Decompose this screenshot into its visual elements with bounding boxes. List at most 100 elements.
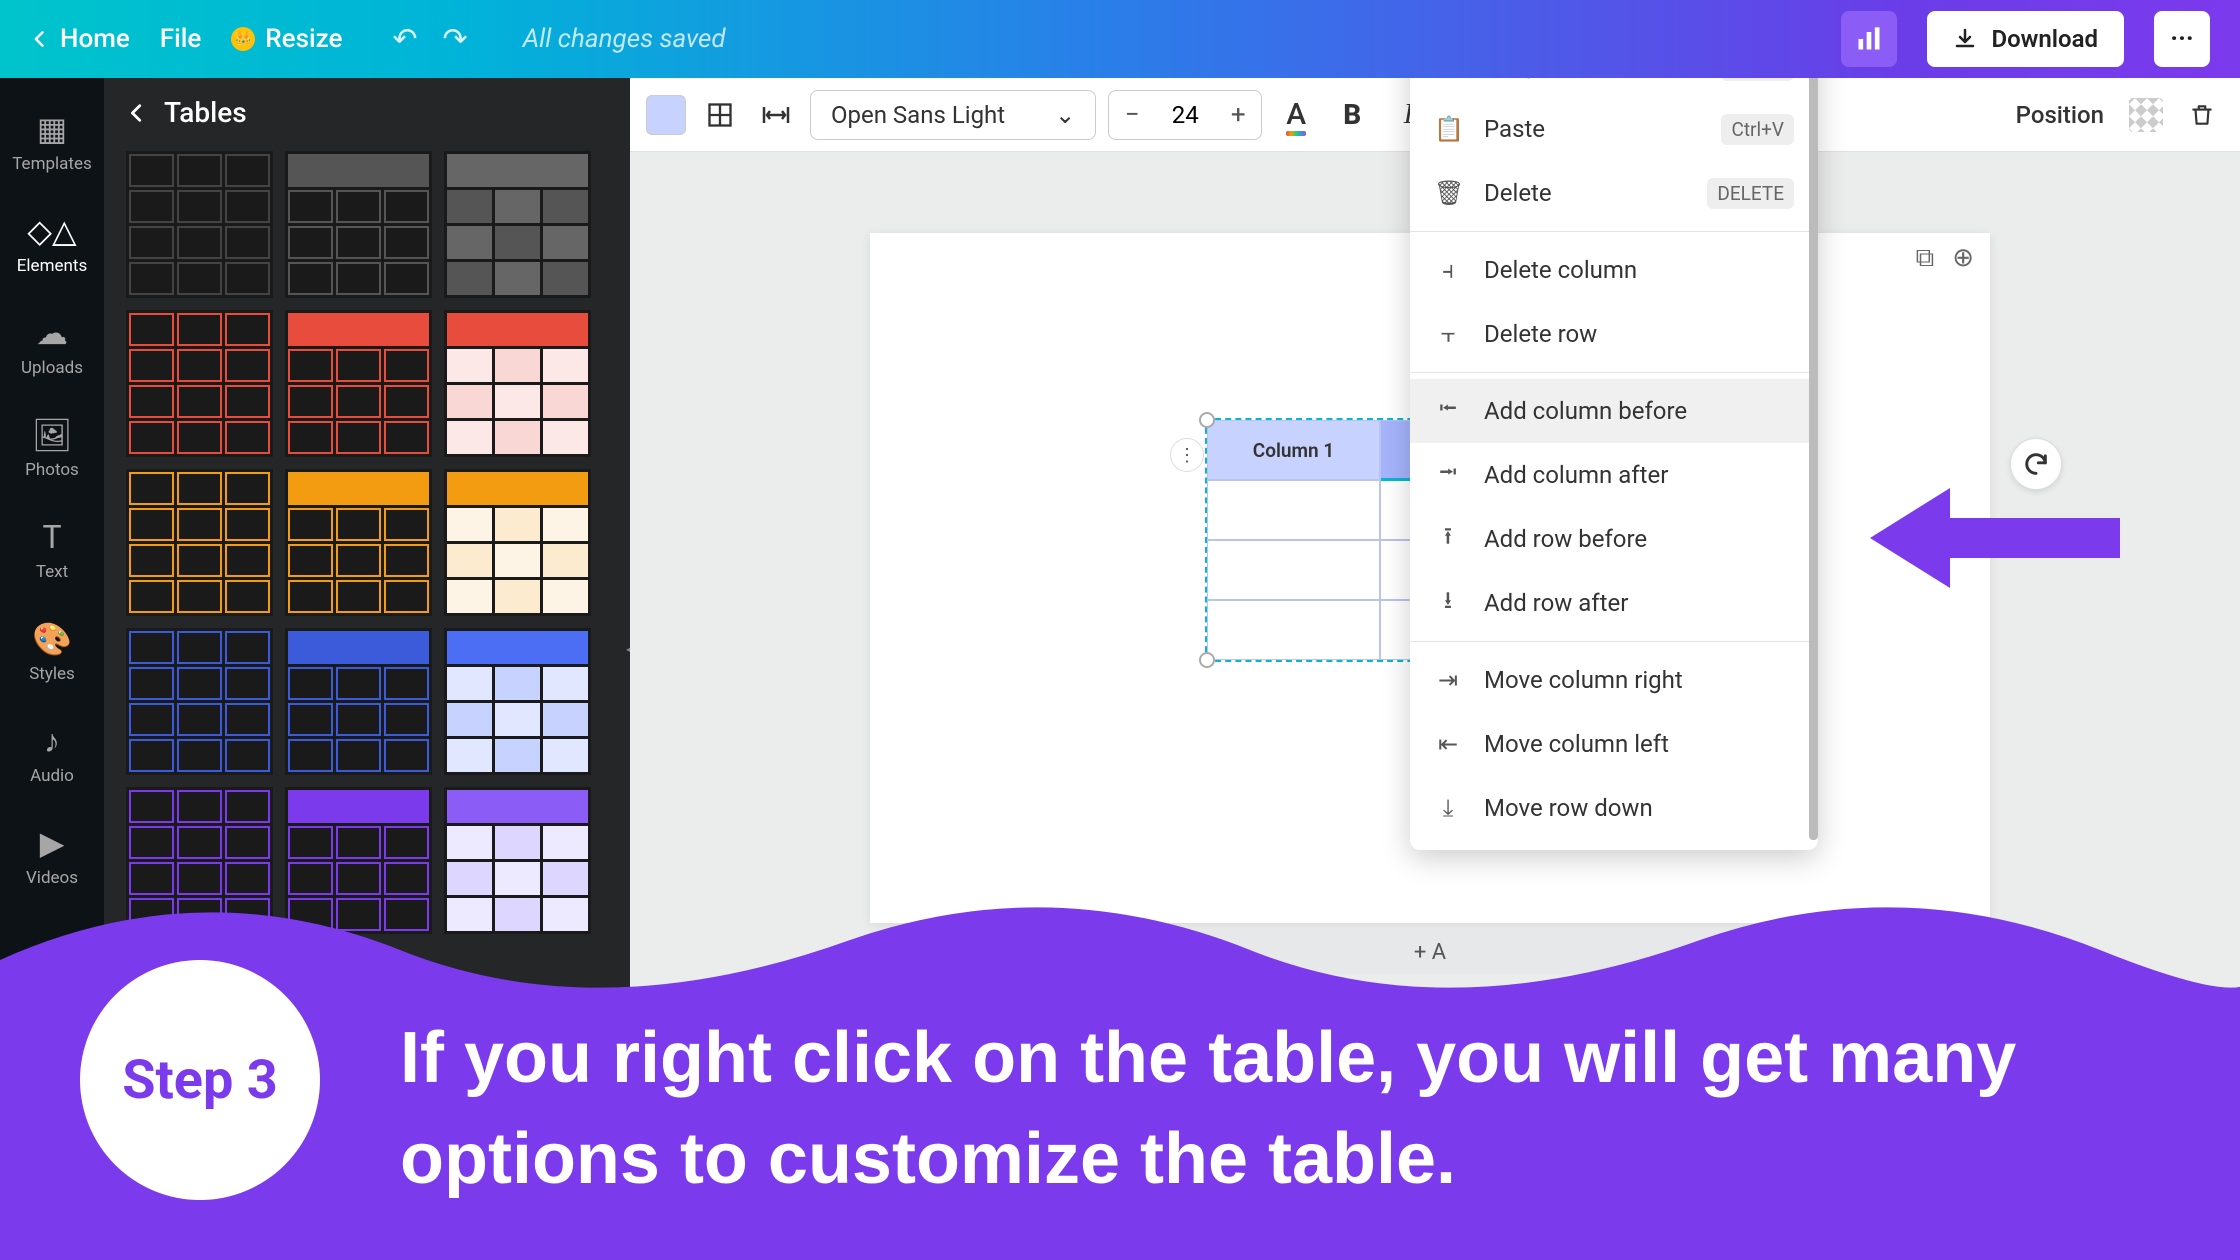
table-style-thumb[interactable]: [126, 310, 273, 457]
table-style-thumb[interactable]: [126, 469, 273, 616]
increase-size[interactable]: +: [1215, 100, 1261, 130]
undo-icon[interactable]: ↶: [392, 22, 417, 57]
spacing-icon: [761, 103, 791, 127]
chevron-down-icon: ⌄: [1055, 101, 1075, 129]
rail-elements[interactable]: ◇△Elements: [0, 196, 104, 292]
font-size-stepper[interactable]: − 24 +: [1108, 90, 1262, 140]
font-select[interactable]: Open Sans Light ⌄: [810, 90, 1096, 140]
cm-copy[interactable]: ⧉CopyCtrl+C: [1410, 78, 1818, 97]
table-style-thumb[interactable]: [285, 628, 432, 775]
cm-move-column-right[interactable]: ⇥Move column right: [1410, 648, 1818, 712]
styles-icon: 🎨: [32, 620, 72, 658]
delete-column-icon: ⫞: [1434, 256, 1462, 284]
move-row-down-icon: ⤓: [1434, 794, 1462, 822]
context-menu-scrollbar[interactable]: [1809, 78, 1818, 840]
rail-uploads[interactable]: ☁Uploads: [0, 298, 104, 394]
table-style-thumb[interactable]: [285, 151, 432, 298]
transparency-button[interactable]: [2124, 93, 2168, 137]
table-style-thumb[interactable]: [285, 469, 432, 616]
table-style-thumb[interactable]: [126, 151, 273, 298]
audio-icon: ♪: [44, 722, 60, 760]
rail-text[interactable]: TText: [0, 502, 104, 598]
add-page-icon[interactable]: ⊕: [1952, 243, 1974, 274]
download-label: Download: [1991, 25, 2098, 53]
cm-delete-row[interactable]: ⫟Delete row: [1410, 302, 1818, 366]
canvas-area: Open Sans Light ⌄ − 24 + A B I ··· Posit…: [630, 78, 2240, 1260]
text-color-icon: A: [1286, 97, 1306, 132]
duplicate-page-icon[interactable]: ⧉: [1916, 243, 1935, 274]
templates-icon: ▦: [37, 110, 67, 148]
chevron-left-icon: [30, 29, 50, 49]
table-border-button[interactable]: [698, 93, 742, 137]
insights-button[interactable]: [1841, 11, 1897, 67]
uploads-icon: ☁: [36, 314, 68, 352]
delete-row-icon: ⫟: [1434, 320, 1462, 348]
paste-icon: 📋: [1434, 115, 1462, 143]
rail-videos[interactable]: ▶Videos: [0, 808, 104, 904]
fill-color-swatch[interactable]: [646, 95, 686, 135]
table-style-thumb[interactable]: [444, 469, 591, 616]
arrow-left-icon: [1860, 468, 2120, 608]
cm-add-row-before[interactable]: ⭱Add row before: [1410, 507, 1818, 571]
table-style-thumb[interactable]: [126, 787, 273, 934]
file-menu[interactable]: File: [160, 24, 202, 54]
table-cell[interactable]: [1207, 600, 1380, 660]
side-rail: ▦Templates ◇△Elements ☁Uploads 🖼Photos T…: [0, 78, 104, 1260]
table-style-thumb[interactable]: [126, 628, 273, 775]
rail-photos[interactable]: 🖼Photos: [0, 400, 104, 496]
redo-icon[interactable]: ↷: [443, 22, 468, 57]
font-size-value[interactable]: 24: [1155, 101, 1215, 129]
table-header-cell[interactable]: Column 1: [1207, 420, 1380, 480]
add-column-before-icon: ⭰: [1434, 391, 1462, 432]
table-cell[interactable]: [1207, 540, 1380, 600]
cm-delete[interactable]: 🗑DeleteDELETE: [1410, 161, 1818, 225]
selection-handle[interactable]: [1199, 652, 1215, 668]
table-cell[interactable]: [1207, 480, 1380, 540]
panel-header[interactable]: Tables: [126, 96, 608, 129]
cm-move-row-down[interactable]: ⤓Move row down: [1410, 776, 1818, 840]
grid-icon: [706, 101, 734, 129]
cm-delete-column[interactable]: ⫞Delete column: [1410, 238, 1818, 302]
move-col-right-icon: ⇥: [1434, 666, 1462, 694]
photos-icon: 🖼: [32, 416, 73, 454]
delete-button[interactable]: [2180, 93, 2224, 137]
cm-add-column-after[interactable]: ⭲Add column after: [1410, 443, 1818, 507]
add-column-after-icon: ⭲: [1434, 455, 1462, 496]
annotation-arrow: [1860, 468, 2120, 608]
cm-move-column-left[interactable]: ⇤Move column left: [1410, 712, 1818, 776]
rail-styles[interactable]: 🎨Styles: [0, 604, 104, 700]
spacing-button[interactable]: [754, 93, 798, 137]
cm-add-column-before[interactable]: ⭰Add column before: [1410, 379, 1818, 443]
collapse-panel-handle[interactable]: ◂: [616, 608, 630, 688]
selection-handle[interactable]: [1199, 412, 1215, 428]
videos-icon: ▶: [40, 824, 65, 862]
top-bar: Home File 👑 Resize ↶ ↷ All changes saved…: [0, 0, 2240, 78]
bold-button[interactable]: B: [1330, 93, 1374, 137]
table-style-thumb[interactable]: [444, 151, 591, 298]
download-button[interactable]: Download: [1927, 11, 2124, 67]
font-name: Open Sans Light: [831, 101, 1005, 129]
cm-paste[interactable]: 📋PasteCtrl+V: [1410, 97, 1818, 161]
bar-chart-icon: [1855, 25, 1883, 53]
resize-button[interactable]: 👑 Resize: [231, 24, 342, 54]
resize-label: Resize: [265, 24, 342, 54]
table-style-thumb[interactable]: [285, 310, 432, 457]
table-style-thumb[interactable]: [444, 628, 591, 775]
rail-audio[interactable]: ♪Audio: [0, 706, 104, 802]
table-style-thumb[interactable]: [444, 787, 591, 934]
position-button[interactable]: Position: [2008, 101, 2112, 129]
transparency-icon: [2129, 98, 2163, 132]
rail-templates[interactable]: ▦Templates: [0, 94, 104, 190]
table-more-handle[interactable]: ⋮: [1170, 438, 1204, 472]
cm-add-row-after[interactable]: ⭳Add row after: [1410, 571, 1818, 635]
text-color-button[interactable]: A: [1274, 93, 1318, 137]
add-page-strip[interactable]: + A: [870, 930, 1990, 974]
home-button[interactable]: Home: [30, 24, 130, 54]
decrease-size[interactable]: −: [1109, 100, 1155, 130]
table-style-thumb[interactable]: [285, 787, 432, 934]
elements-icon: ◇△: [27, 212, 76, 250]
more-menu-button[interactable]: ···: [2154, 11, 2210, 67]
table-style-thumb[interactable]: [444, 310, 591, 457]
download-icon: [1953, 27, 1977, 51]
crown-icon: 👑: [231, 27, 255, 51]
